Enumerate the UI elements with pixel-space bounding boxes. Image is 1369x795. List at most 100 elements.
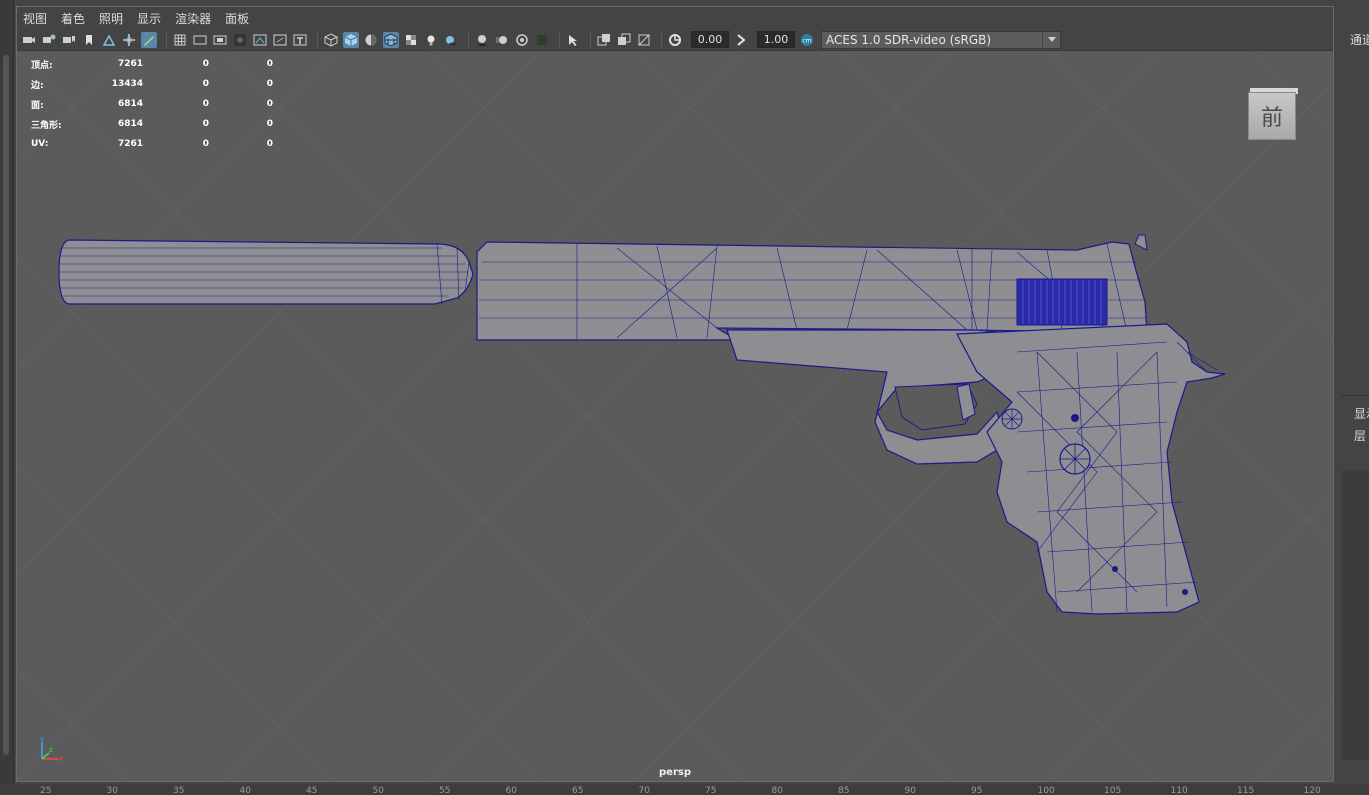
viewport-panel: 视图 着色 照明 显示 渲染器 面板 0.00 1.00 cm ACES 1.0… [16, 6, 1334, 782]
toolbar-separator [166, 31, 167, 48]
view-transform-icon[interactable]: cm [799, 32, 815, 48]
ruler-tick-label: 85 [838, 786, 850, 795]
toolbar-separator [559, 31, 560, 48]
view-cube[interactable]: 前 [1248, 88, 1298, 140]
ruler-tick-label: 35 [173, 786, 185, 795]
hud-value: 0 [202, 59, 209, 69]
watermark-line [1252, 700, 1333, 781]
3d-viewport[interactable]: 顶点: 7261 0 0 边: 13434 0 0 面: 6814 0 0 三角… [17, 52, 1333, 781]
display-tab[interactable]: 显示 [1354, 405, 1369, 422]
safe-title-icon[interactable] [292, 32, 308, 48]
ruler-tick-label: 40 [239, 786, 251, 795]
ruler-tick-label: 75 [705, 786, 717, 795]
gamma-field[interactable]: 1.00 [757, 31, 795, 48]
toolbar-separator [661, 31, 662, 48]
watermark-line [634, 82, 1333, 781]
smooth-shade-icon[interactable] [343, 31, 359, 48]
resolution-gate-icon[interactable] [212, 32, 228, 48]
ruler-tick-label: 110 [1170, 786, 1188, 795]
gamma-icon[interactable] [733, 32, 749, 48]
menu-renderer[interactable]: 渲染器 [175, 10, 211, 27]
lights-icon[interactable] [423, 32, 439, 48]
hud-value: 6814 [117, 99, 143, 109]
menu-lighting[interactable]: 照明 [99, 10, 123, 27]
hud-value: 13434 [111, 79, 143, 89]
exposure-icon[interactable] [667, 32, 683, 48]
color-transform-label: ACES 1.0 SDR-video (sRGB) [826, 32, 992, 47]
gate-mask-icon[interactable] [232, 32, 248, 48]
field-chart-icon[interactable] [252, 32, 268, 48]
anti-alias-icon[interactable] [514, 32, 530, 48]
menu-view[interactable]: 视图 [23, 10, 47, 27]
menu-panels[interactable]: 面板 [225, 10, 249, 27]
shadows-icon[interactable] [443, 32, 459, 48]
ruler-tick-label: 55 [439, 786, 451, 795]
left-scrollbar[interactable] [3, 55, 9, 755]
wireframe-on-shaded-icon[interactable] [383, 31, 399, 48]
textured-icon[interactable] [403, 32, 419, 48]
hud-label: 顶点: [31, 60, 53, 71]
toolbar-separator [590, 31, 591, 48]
hud-value: 0 [266, 139, 273, 149]
color-transform-select[interactable]: ACES 1.0 SDR-video (sRGB) [821, 30, 1061, 49]
hud-value: 0 [202, 99, 209, 109]
ruler-tick-label: 90 [904, 786, 916, 795]
2d-pan-zoom-icon[interactable] [101, 32, 117, 48]
motion-blur-icon[interactable] [494, 32, 510, 48]
safe-action-icon[interactable] [272, 32, 288, 48]
hud-value: 0 [266, 79, 273, 89]
pistol-wireframe-mesh [58, 234, 1226, 615]
film-gate-icon[interactable] [192, 32, 208, 48]
panel-toolbar: 0.00 1.00 cm ACES 1.0 SDR-video (sRGB) [17, 29, 1333, 51]
view-cube-front-face[interactable]: 前 [1248, 92, 1296, 140]
hud-row-vertices: 顶点: 7261 0 0 [31, 54, 273, 74]
ruler-tick-label: 120 [1303, 786, 1321, 795]
ruler-tick-label: 105 [1104, 786, 1122, 795]
hud-label: 三角形: [31, 120, 62, 131]
ruler-tick-label: 60 [505, 786, 517, 795]
channel-box-tab[interactable]: 通道 [1350, 31, 1369, 48]
rear-sight [1134, 234, 1148, 251]
watermark-line [17, 52, 129, 164]
panel-menubar: 视图 着色 照明 显示 渲染器 面板 [17, 7, 1333, 29]
hud-row-uvs: UV: 7261 0 0 [31, 134, 273, 154]
hud-row-triangles: 三角形: 6814 0 0 [31, 114, 273, 134]
viewport-scene [17, 52, 1333, 781]
hud-label: 面: [31, 100, 44, 111]
hud-value: 0 [202, 139, 209, 149]
ambient-occlusion-icon[interactable] [474, 32, 490, 48]
grid-icon[interactable] [172, 32, 188, 48]
time-slider-ruler[interactable]: 25 30 35 40 45 50 55 60 65 70 75 80 85 90 95 100 105 110 1… [0, 784, 1369, 795]
layer-tab[interactable]: 层 [1354, 427, 1366, 444]
isolate-select-icon[interactable] [565, 32, 581, 48]
grease-pencil-icon[interactable] [141, 31, 157, 48]
camera-attributes-icon[interactable] [41, 32, 57, 48]
hud-value: 0 [266, 99, 273, 109]
hud-row-faces: 面: 6814 0 0 [31, 94, 273, 114]
channel-box-panel: 通道 显示 层 [1337, 0, 1369, 795]
layer-list[interactable] [1342, 470, 1369, 760]
wireframe-icon[interactable] [323, 32, 339, 48]
image-plane-icon[interactable] [81, 32, 97, 48]
hud-value: 0 [202, 119, 209, 129]
default-material-icon[interactable] [363, 32, 379, 48]
ruler-tick-label: 25 [40, 786, 52, 795]
exposure-field[interactable]: 0.00 [691, 31, 729, 48]
hud-value: 7261 [117, 59, 143, 69]
ruler-tick-label: 70 [638, 786, 650, 795]
xray-joints-icon[interactable] [616, 32, 632, 48]
watermark-line [17, 669, 129, 781]
toolbar-separator [317, 31, 318, 48]
ruler-tick-label: 65 [572, 786, 584, 795]
backface-cull-icon[interactable] [636, 32, 652, 48]
depth-of-field-icon[interactable] [534, 32, 550, 48]
panel-divider [1341, 395, 1369, 396]
pan-icon[interactable] [121, 32, 137, 48]
menu-show[interactable]: 显示 [137, 10, 161, 27]
chevron-down-icon[interactable] [1042, 31, 1060, 48]
bookmark-icon[interactable] [61, 32, 77, 48]
xray-icon[interactable] [596, 32, 612, 48]
camera-select-icon[interactable] [21, 32, 37, 48]
ruler-tick-label: 100 [1037, 786, 1055, 795]
menu-shading[interactable]: 着色 [61, 10, 85, 27]
